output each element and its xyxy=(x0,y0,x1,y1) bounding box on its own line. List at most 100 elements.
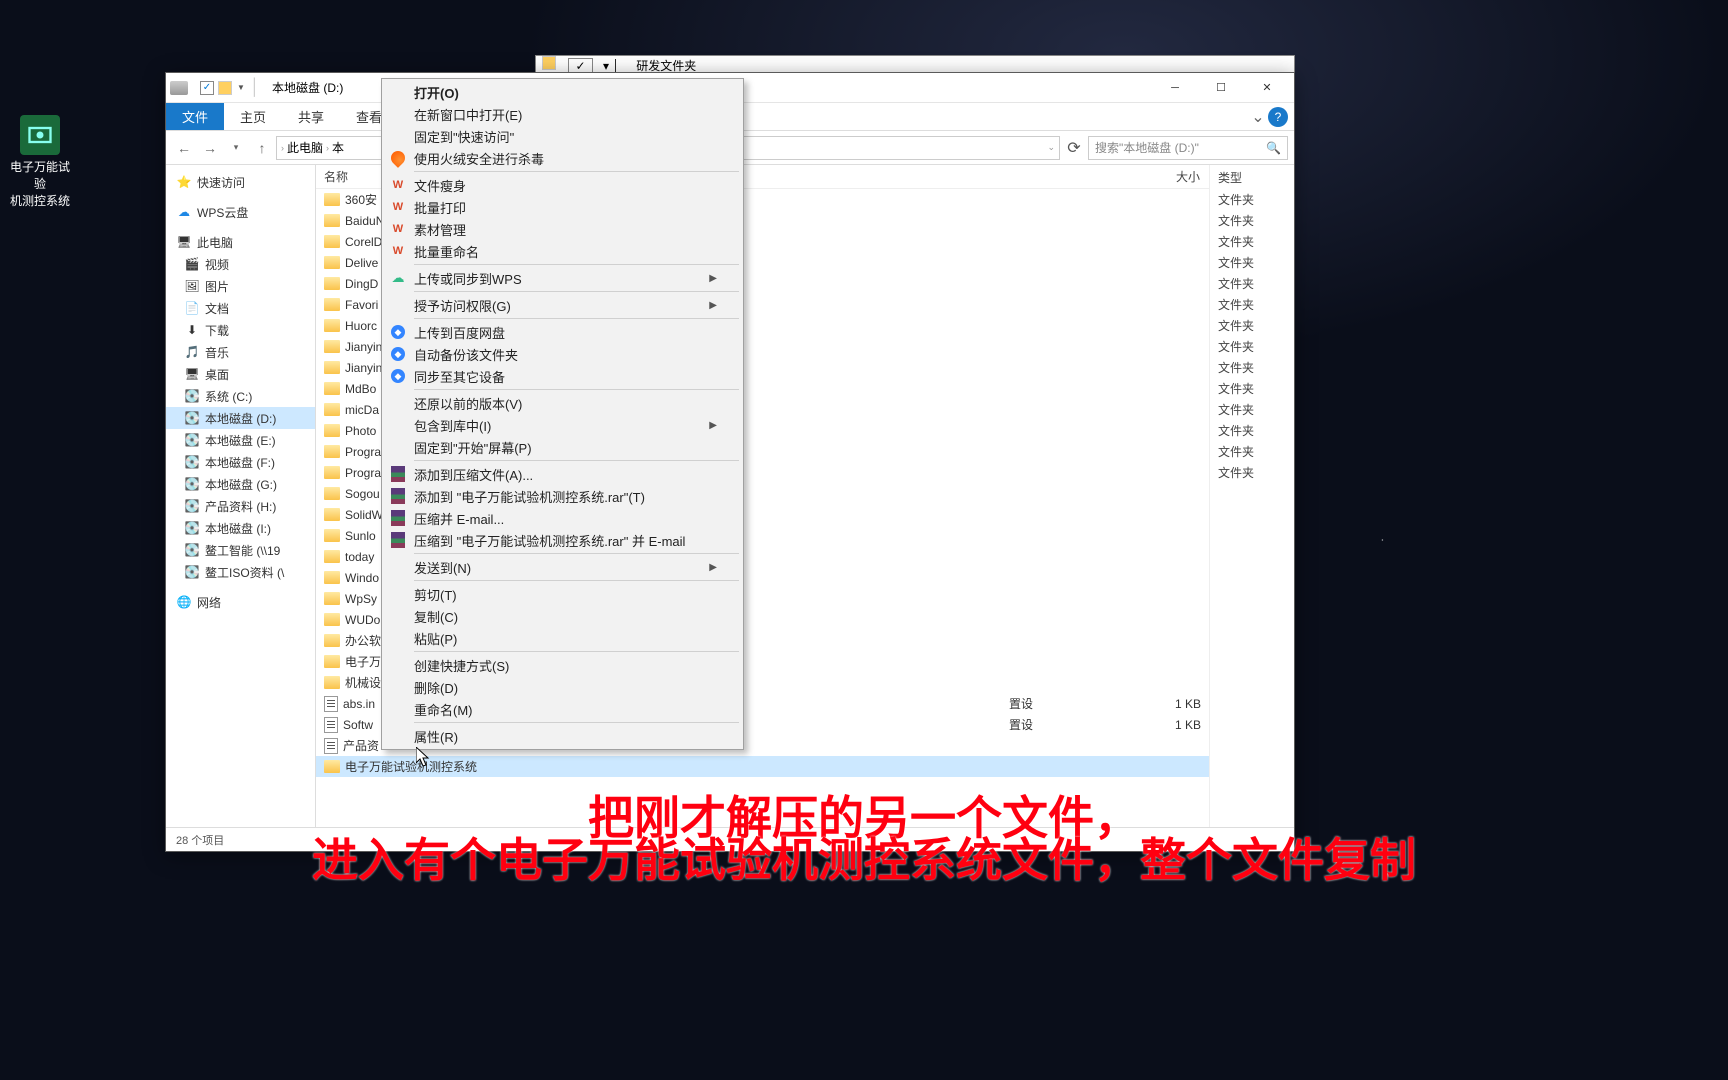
menu-copy[interactable]: 复制(C) xyxy=(384,605,741,627)
menu-baidu-upload[interactable]: ◆上传到百度网盘 xyxy=(384,321,741,343)
menu-rar-email[interactable]: 压缩并 E-mail... xyxy=(384,507,741,529)
file-name: 360安 xyxy=(345,191,377,208)
menu-include-library[interactable]: 包含到库中(I)▶ xyxy=(384,414,741,436)
menu-rar-add[interactable]: 添加到压缩文件(A)... xyxy=(384,463,741,485)
network-icon: 🌐 xyxy=(176,594,192,610)
refresh-button[interactable]: ⟳ xyxy=(1062,136,1086,160)
nav-drive-d[interactable]: 💽本地磁盘 (D:) xyxy=(166,407,315,429)
qat-folder-icon[interactable] xyxy=(218,81,232,95)
tab-file[interactable]: 文件 xyxy=(166,103,224,130)
forward-button[interactable]: → xyxy=(198,136,222,160)
mouse-cursor xyxy=(416,747,432,769)
qat-dropdown-icon[interactable]: ▼ xyxy=(236,83,246,93)
nav-downloads[interactable]: ⬇下载 xyxy=(166,319,315,341)
back-button[interactable]: ← xyxy=(172,136,196,160)
type-cell: 文件夹 xyxy=(1210,189,1294,210)
app-icon xyxy=(20,115,60,155)
nav-drive-f[interactable]: 💽本地磁盘 (F:) xyxy=(166,451,315,473)
recent-dropdown-icon[interactable]: ▾ xyxy=(224,136,248,160)
file-name: Huorc xyxy=(345,319,377,333)
rar-icon xyxy=(390,466,406,482)
menu-restore-versions[interactable]: 还原以前的版本(V) xyxy=(384,392,741,414)
breadcrumb-seg[interactable]: 此电脑 xyxy=(287,139,323,156)
nav-drive-i[interactable]: 💽本地磁盘 (I:) xyxy=(166,517,315,539)
address-dropdown-icon[interactable]: ⌄ xyxy=(1047,142,1055,153)
file-name: Delive xyxy=(345,256,378,270)
breadcrumb-seg[interactable]: 本 xyxy=(332,139,344,156)
menu-baidu-sync[interactable]: ◆同步至其它设备 xyxy=(384,365,741,387)
search-placeholder: 搜索"本地磁盘 (D:)" xyxy=(1095,139,1199,156)
menu-wps-slim[interactable]: W文件瘦身 xyxy=(384,174,741,196)
nav-wps-cloud[interactable]: ☁WPS云盘 xyxy=(166,201,315,223)
menu-send-to[interactable]: 发送到(N)▶ xyxy=(384,556,741,578)
maximize-button[interactable]: ☐ xyxy=(1198,73,1244,103)
file-icon xyxy=(324,717,338,733)
nav-video[interactable]: 🎬视频 xyxy=(166,253,315,275)
tab-share[interactable]: 共享 xyxy=(282,103,340,130)
file-name: Progra xyxy=(345,466,381,480)
folder-icon xyxy=(324,466,340,479)
nav-drive-g[interactable]: 💽本地磁盘 (G:) xyxy=(166,473,315,495)
menu-huorong-scan[interactable]: 使用火绒安全进行杀毒 xyxy=(384,147,741,169)
nav-desktop[interactable]: 🖥桌面 xyxy=(166,363,315,385)
nav-docs[interactable]: 📄文档 xyxy=(166,297,315,319)
nav-drive-h[interactable]: 💽产品资料 (H:) xyxy=(166,495,315,517)
menu-wps-sync[interactable]: ☁上传或同步到WPS▶ xyxy=(384,267,741,289)
menu-cut[interactable]: 剪切(T) xyxy=(384,583,741,605)
menu-wps-assets[interactable]: W素材管理 xyxy=(384,218,741,240)
nav-drive-c[interactable]: 💽系统 (C:) xyxy=(166,385,315,407)
col-type-header[interactable]: 类型 xyxy=(1210,165,1294,189)
menu-grant-access[interactable]: 授予访问权限(G)▶ xyxy=(384,294,741,316)
menu-wps-batch-rename[interactable]: W批量重命名 xyxy=(384,240,741,262)
menu-pin-start[interactable]: 固定到"开始"屏幕(P) xyxy=(384,436,741,458)
submenu-arrow-icon: ▶ xyxy=(709,562,717,573)
nav-network[interactable]: 🌐网络 xyxy=(166,591,315,613)
menu-properties[interactable]: 属性(R) xyxy=(384,725,741,747)
menu-rename[interactable]: 重命名(M) xyxy=(384,698,741,720)
nav-music[interactable]: 🎵音乐 xyxy=(166,341,315,363)
help-button[interactable]: ? xyxy=(1268,107,1288,127)
col-size[interactable]: 大小 xyxy=(1129,168,1209,185)
nav-drive-e[interactable]: 💽本地磁盘 (E:) xyxy=(166,429,315,451)
menu-baidu-backup[interactable]: ◆自动备份该文件夹 xyxy=(384,343,741,365)
nav-network-1[interactable]: 💽鳌工智能 (\\19 xyxy=(166,539,315,561)
menu-wps-batch-print[interactable]: W批量打印 xyxy=(384,196,741,218)
folder-icon xyxy=(324,508,340,521)
folder-row[interactable]: 电子万能试验机测控系统 xyxy=(316,756,1209,777)
type-cell: 文件夹 xyxy=(1210,399,1294,420)
nav-this-pc[interactable]: 🖥此电脑 xyxy=(166,231,315,253)
drive-icon: 💽 xyxy=(184,498,200,514)
desktop-shortcut[interactable]: 电子万能试验 机测控系统 xyxy=(5,115,75,209)
file-name: Sunlo xyxy=(345,529,376,543)
nav-network-2[interactable]: 💽鳌工ISO资料 (\ xyxy=(166,561,315,583)
file-name: 产品资 xyxy=(343,737,379,754)
minimize-button[interactable]: ─ xyxy=(1152,73,1198,103)
item-count: 28 个项目 xyxy=(176,832,224,848)
menu-open[interactable]: 打开(O) xyxy=(384,81,741,103)
folder-icon xyxy=(324,529,340,542)
menu-rar-add-named[interactable]: 添加到 "电子万能试验机测控系统.rar"(T) xyxy=(384,485,741,507)
ribbon-expand-icon[interactable]: ⌄ xyxy=(1248,103,1268,130)
close-button[interactable]: ✕ xyxy=(1244,73,1290,103)
menu-pin-quick-access[interactable]: 固定到"快速访问" xyxy=(384,125,741,147)
nav-quick-access[interactable]: ⭐快速访问 xyxy=(166,171,315,193)
folder-icon xyxy=(324,592,340,605)
tab-home[interactable]: 主页 xyxy=(224,103,282,130)
folder-icon xyxy=(324,445,340,458)
search-input[interactable]: 搜索"本地磁盘 (D:)" 🔍 xyxy=(1088,136,1288,160)
nav-pictures[interactable]: 🖼图片 xyxy=(166,275,315,297)
file-name: 电子万 xyxy=(345,653,381,670)
baidu-icon: ◆ xyxy=(390,368,406,384)
menu-paste[interactable]: 粘贴(P) xyxy=(384,627,741,649)
menu-create-shortcut[interactable]: 创建快捷方式(S) xyxy=(384,654,741,676)
video-icon: 🎬 xyxy=(184,256,200,272)
file-name: Progra xyxy=(345,445,381,459)
qat-checkbox-icon[interactable]: ✓ xyxy=(200,81,214,95)
menu-delete[interactable]: 删除(D) xyxy=(384,676,741,698)
up-button[interactable]: ↑ xyxy=(250,136,274,160)
folder-icon xyxy=(324,340,340,353)
file-name: Windo xyxy=(345,571,379,585)
menu-open-new-window[interactable]: 在新窗口中打开(E) xyxy=(384,103,741,125)
menu-rar-named-email[interactable]: 压缩到 "电子万能试验机测控系统.rar" 并 E-mail xyxy=(384,529,741,551)
type-cell: 文件夹 xyxy=(1210,231,1294,252)
